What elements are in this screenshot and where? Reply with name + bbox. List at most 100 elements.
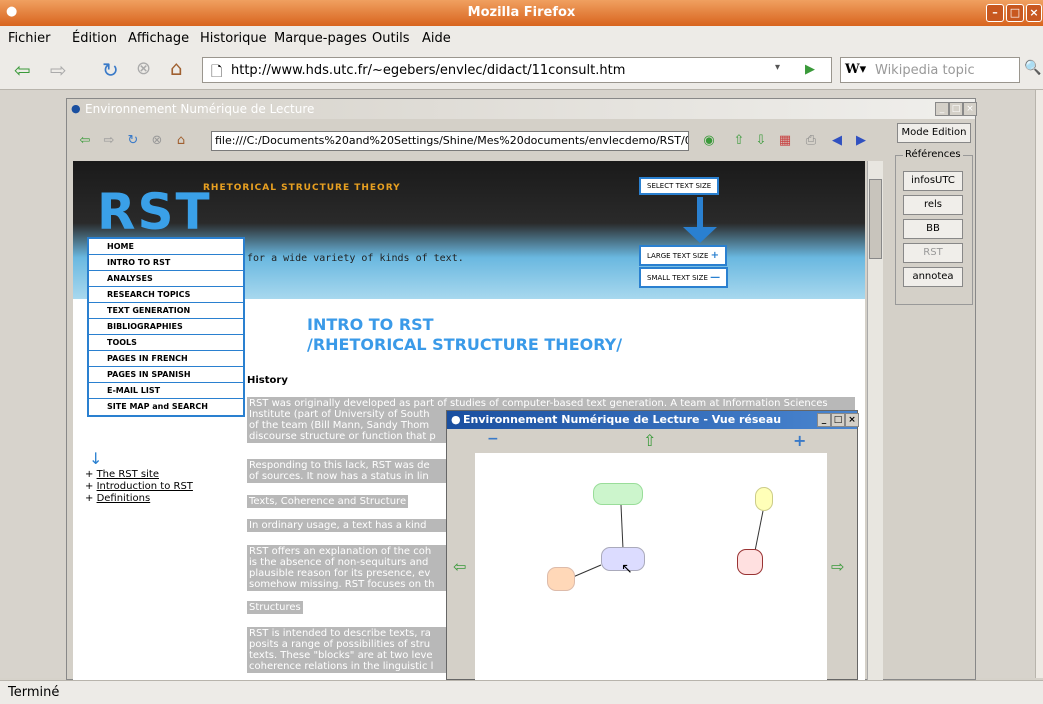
graph-node-orange[interactable] (547, 567, 575, 591)
env-toolbar: ⇦ ⇨ ↻ ⊗ ⌂ file:///C:/Documents%20and%20S… (67, 119, 887, 161)
minimize-button[interactable]: – (986, 4, 1004, 22)
search-icon[interactable]: 🔍 (1024, 60, 1041, 76)
menu-aide[interactable]: Aide (422, 31, 451, 46)
network-graph (572, 504, 764, 578)
nav-biblio[interactable]: BIBLIOGRAPHIES (89, 319, 243, 335)
env-reload-icon[interactable]: ↻ (125, 133, 141, 149)
large-text-size-button[interactable]: LARGE TEXT SIZE + (639, 245, 728, 266)
tree-link[interactable]: Introduction to RST (97, 481, 193, 492)
mode-edition-button[interactable]: Mode Edition (897, 123, 971, 143)
stop-icon[interactable]: ⊗ (136, 58, 151, 79)
rels-button[interactable]: rels (903, 195, 963, 215)
wikipedia-icon[interactable]: W▾ (845, 62, 866, 77)
window-title: Mozilla Firefox (467, 5, 576, 20)
nav-research[interactable]: RESEARCH TOPICS (89, 287, 243, 303)
left-arrow-icon[interactable]: ⇦ (453, 557, 466, 576)
back-icon[interactable]: ⇦ (14, 58, 31, 82)
graph-node-yellow[interactable] (755, 487, 773, 511)
menu-edition[interactable]: Édition (72, 31, 117, 46)
plus-icon: + (710, 250, 720, 261)
menu-affichage[interactable]: Affichage (128, 31, 189, 46)
nav-intro[interactable]: INTRO TO RST (89, 255, 243, 271)
maximize-button[interactable]: □ (1006, 4, 1024, 22)
env-home-icon[interactable]: ⌂ (173, 133, 189, 149)
status-text: Terminé (8, 685, 60, 700)
structures-heading: Structures (247, 601, 303, 614)
env-back-icon[interactable]: ⇦ (77, 133, 93, 149)
nav-french[interactable]: PAGES IN FRENCH (89, 351, 243, 367)
network-maximize-button[interactable]: □ (831, 413, 845, 427)
env-logo-icon: ● (71, 102, 81, 115)
env-next-icon[interactable]: ▶ (853, 133, 869, 149)
zoom-in-icon[interactable]: + (793, 431, 806, 450)
network-titlebar: ● Environnement Numérique de Lecture - V… (447, 411, 859, 429)
menu-fichier[interactable]: Fichier (8, 31, 51, 46)
menu-marque-pages[interactable]: Marque-pages (274, 31, 367, 46)
annotea-button[interactable]: annotea (903, 267, 963, 287)
env-forward-icon[interactable]: ⇨ (101, 133, 117, 149)
network-minimize-button[interactable]: _ (817, 413, 831, 427)
nav-analyses[interactable]: ANALYSES (89, 271, 243, 287)
bb-button[interactable]: BB (903, 219, 963, 239)
env-stop-icon[interactable]: ⊗ (149, 133, 165, 149)
tree-link[interactable]: The RST site (97, 469, 159, 480)
tree-link[interactable]: Definitions (97, 493, 151, 504)
scrollbar-thumb[interactable] (869, 179, 882, 259)
nav-sitemap[interactable]: SITE MAP and SEARCH (89, 399, 243, 415)
search-bar[interactable]: W▾ Wikipedia topic (840, 57, 1020, 83)
menu-historique[interactable]: Historique (200, 31, 267, 46)
small-text-size-button[interactable]: SMALL TEXT SIZE — (639, 267, 729, 288)
zoom-out-icon[interactable]: − (487, 431, 499, 447)
env-maximize-button[interactable]: □ (949, 102, 963, 116)
env-down-icon[interactable]: ⇩ (753, 133, 769, 149)
env-close-button[interactable]: × (963, 102, 977, 116)
graph-node-green[interactable] (593, 483, 643, 505)
nav-textgen[interactable]: TEXT GENERATION (89, 303, 243, 319)
tree-item-intro[interactable]: + Introduction to RST (85, 481, 193, 492)
env-titlebar: ● Environnement Numérique de Lecture _ □… (67, 99, 977, 119)
network-close-button[interactable]: × (845, 413, 859, 427)
env-url-field[interactable]: file:///C:/Documents%20and%20Settings/Sh… (211, 131, 689, 151)
env-minimize-button[interactable]: _ (935, 102, 949, 116)
nav-home[interactable]: HOME (89, 239, 243, 255)
forward-icon[interactable]: ⇨ (50, 58, 67, 82)
home-icon[interactable]: ⌂ (170, 56, 183, 80)
nav-email[interactable]: E-MAIL LIST (89, 383, 243, 399)
env-up-icon[interactable]: ⇧ (731, 133, 747, 149)
page-scrollbar[interactable] (867, 161, 883, 681)
graph-edge (572, 564, 602, 578)
infosutc-button[interactable]: infosUTC (903, 171, 963, 191)
network-view-window: ● Environnement Numérique de Lecture - V… (446, 410, 859, 681)
url-bar[interactable]: 🗋 http://www.hds.utc.fr/~egebers/envlec/… (202, 57, 832, 83)
intro-title-line1: INTRO TO RST (307, 315, 434, 334)
small-text-size-label: SMALL TEXT SIZE (647, 274, 708, 282)
tree-item-definitions[interactable]: + Definitions (85, 493, 150, 504)
side-panel: Mode Edition Références infosUTC rels BB… (893, 119, 975, 679)
rst-logo: RST (97, 183, 212, 241)
url-text: http://www.hds.utc.fr/~egebers/envlec/di… (231, 63, 626, 78)
nav-tools[interactable]: TOOLS (89, 335, 243, 351)
reload-icon[interactable]: ↻ (102, 58, 119, 82)
down-arrow-icon: ↓ (89, 449, 103, 468)
env-go-icon[interactable]: ◉ (701, 133, 717, 149)
intro-title-line2: /RHETORICAL STRUCTURE THEORY/ (307, 335, 623, 354)
graph-node-pink[interactable] (737, 549, 763, 575)
url-dropdown-icon[interactable]: ▾ (775, 62, 780, 73)
env-tree-icon[interactable]: ▦ (777, 133, 793, 149)
select-text-size-label: SELECT TEXT SIZE (639, 177, 720, 195)
browser-scrollbar[interactable] (1035, 90, 1043, 678)
network-canvas[interactable]: ↖ (475, 453, 827, 681)
mouse-cursor-icon: ↖ (621, 561, 633, 577)
env-export-icon[interactable]: ⎙ (803, 133, 819, 149)
search-input[interactable]: Wikipedia topic (875, 63, 975, 78)
tree-item-rst-site[interactable]: + The RST site (85, 469, 159, 480)
banner-text: for a wide variety of kinds of text. (247, 253, 464, 264)
right-arrow-icon[interactable]: ⇨ (831, 557, 844, 576)
up-arrow-icon[interactable]: ⇧ (643, 431, 656, 450)
menu-outils[interactable]: Outils (372, 31, 410, 46)
env-prev-icon[interactable]: ◀ (829, 133, 845, 149)
go-icon[interactable]: ▶ (805, 62, 815, 77)
close-button[interactable]: × (1026, 4, 1042, 22)
nav-spanish[interactable]: PAGES IN SPANISH (89, 367, 243, 383)
rst-button[interactable]: RST (903, 243, 963, 263)
